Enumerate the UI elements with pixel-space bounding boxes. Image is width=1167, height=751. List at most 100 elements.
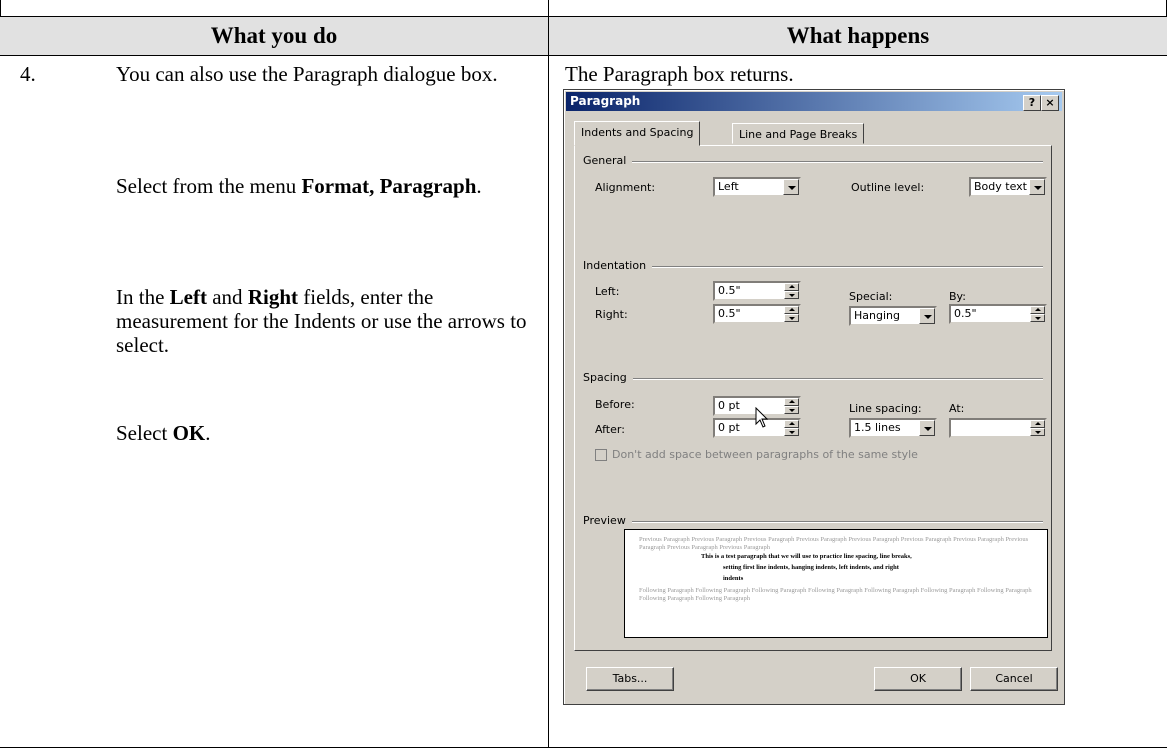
table-header: What you do What happens xyxy=(0,16,1167,56)
spin-down[interactable] xyxy=(784,314,799,322)
table-tick xyxy=(0,0,1,16)
indentation-group-label: Indentation xyxy=(583,259,653,272)
right-indent-field[interactable]: 0.5" xyxy=(713,304,801,324)
instruction-page: What you do What happens 4. You can also… xyxy=(0,0,1167,751)
spin-arrows-icon[interactable] xyxy=(784,420,799,436)
spin-up[interactable] xyxy=(784,283,799,291)
tabs-button[interactable]: Tabs... xyxy=(586,667,674,691)
close-button[interactable]: × xyxy=(1041,95,1059,111)
spin-down[interactable] xyxy=(1030,314,1045,322)
spin-down[interactable] xyxy=(1030,428,1045,436)
step-indent-instruction: In the Left and Right fields, enter the … xyxy=(116,285,536,357)
paragraph-dialog: Paragraph ? × Indents and Spacing Line a… xyxy=(563,89,1065,705)
spin-up[interactable] xyxy=(784,420,799,428)
outline-level-label: Outline level: xyxy=(851,181,925,194)
preview-following: Following Paragraph Following Paragraph … xyxy=(639,587,1032,602)
tab-line-and-page-breaks[interactable]: Line and Page Breaks xyxy=(732,123,865,144)
spin-arrows-icon[interactable] xyxy=(784,283,799,299)
spin-arrows-icon[interactable] xyxy=(1030,306,1045,322)
tab-indents-and-spacing[interactable]: Indents and Spacing xyxy=(574,121,701,146)
line-spacing-select[interactable]: 1.5 lines xyxy=(849,418,937,438)
spin-up[interactable] xyxy=(784,398,799,406)
alignment-value: Left xyxy=(718,180,739,193)
special-label: Special: xyxy=(849,290,893,303)
special-value: Hanging xyxy=(854,309,900,322)
preview-group-label: Preview xyxy=(583,514,632,527)
at-label: At: xyxy=(949,402,965,415)
outline-level-select[interactable]: Body text xyxy=(969,177,1047,197)
step-number: 4. xyxy=(20,62,36,86)
spin-arrows-icon[interactable] xyxy=(1030,420,1045,436)
general-group-label: General xyxy=(583,154,633,167)
spin-up[interactable] xyxy=(1030,306,1045,314)
ok-button[interactable]: OK xyxy=(874,667,962,691)
header-what-you-do: What you do xyxy=(210,23,338,48)
text: Select from the menu xyxy=(116,174,302,198)
at-field[interactable] xyxy=(949,418,1047,438)
chevron-down-icon[interactable] xyxy=(919,308,935,324)
group-line xyxy=(583,378,1043,380)
header-divider xyxy=(548,16,549,56)
right-indent-label: Right: xyxy=(595,308,628,321)
result-text: The Paragraph box returns. xyxy=(565,62,794,86)
text: . xyxy=(205,421,211,445)
by-field[interactable]: 0.5" xyxy=(949,304,1047,324)
header-what-happens: What happens xyxy=(786,23,930,48)
table-bottom-border xyxy=(0,747,1167,748)
table-tick xyxy=(548,0,549,16)
preview-sample-1: This is a test paragraph that we will us… xyxy=(701,553,912,560)
text: and xyxy=(206,285,248,309)
preview-previous: Previous Paragraph Previous Paragraph Pr… xyxy=(639,536,1029,551)
right-indent-value: 0.5" xyxy=(718,307,741,320)
spin-down[interactable] xyxy=(784,291,799,299)
spin-down[interactable] xyxy=(784,406,799,414)
help-button[interactable]: ? xyxy=(1023,95,1041,111)
spin-down[interactable] xyxy=(784,428,799,436)
preview-sample-2: setting first line indents, hanging inde… xyxy=(723,564,899,571)
dialog-title: Paragraph xyxy=(570,94,641,108)
text: . xyxy=(476,174,482,198)
chevron-down-icon[interactable] xyxy=(783,179,799,195)
cancel-button[interactable]: Cancel xyxy=(970,667,1058,691)
line-spacing-value: 1.5 lines xyxy=(854,421,901,434)
step-menu-instruction: Select from the menu Format, Paragraph. xyxy=(116,174,536,198)
no-space-label: Don't add space between paragraphs of th… xyxy=(612,448,918,461)
group-line xyxy=(583,521,1043,523)
spin-up[interactable] xyxy=(1030,420,1045,428)
outline-level-value: Body text xyxy=(974,180,1027,193)
text: In the xyxy=(116,285,170,309)
mouse-pointer-icon xyxy=(755,407,769,428)
by-label: By: xyxy=(949,290,966,303)
text: Select xyxy=(116,421,173,445)
by-value: 0.5" xyxy=(954,307,977,320)
step-ok-instruction: Select OK. xyxy=(116,421,536,445)
alignment-select[interactable]: Left xyxy=(713,177,801,197)
dialog-titlebar[interactable]: Paragraph ? × xyxy=(566,92,1062,111)
left-indent-value: 0.5" xyxy=(718,284,741,297)
before-value: 0 pt xyxy=(718,399,740,412)
no-space-checkbox[interactable] xyxy=(595,449,607,461)
menu-path: Format, Paragraph xyxy=(301,174,477,198)
special-select[interactable]: Hanging xyxy=(849,306,937,326)
preview-box: Previous Paragraph Previous Paragraph Pr… xyxy=(624,529,1048,638)
spin-arrows-icon[interactable] xyxy=(784,398,799,414)
spin-up[interactable] xyxy=(784,306,799,314)
ok-word: OK xyxy=(172,421,206,445)
chevron-down-icon[interactable] xyxy=(1029,179,1045,195)
spin-arrows-icon[interactable] xyxy=(784,306,799,322)
alignment-label: Alignment: xyxy=(595,181,656,194)
left-field-name: Left xyxy=(169,285,207,309)
spacing-group-label: Spacing xyxy=(583,371,633,384)
preview-sample-3: indents xyxy=(723,575,744,582)
after-label: After: xyxy=(595,423,625,436)
after-value: 0 pt xyxy=(718,421,740,434)
group-line xyxy=(583,161,1043,163)
left-indent-field[interactable]: 0.5" xyxy=(713,281,801,301)
line-spacing-label: Line spacing: xyxy=(849,402,922,415)
chevron-down-icon[interactable] xyxy=(919,420,935,436)
before-label: Before: xyxy=(595,398,635,411)
right-field-name: Right xyxy=(247,285,298,309)
column-divider xyxy=(548,56,549,747)
left-indent-label: Left: xyxy=(595,285,620,298)
step-intro: You can also use the Paragraph dialogue … xyxy=(116,62,498,86)
